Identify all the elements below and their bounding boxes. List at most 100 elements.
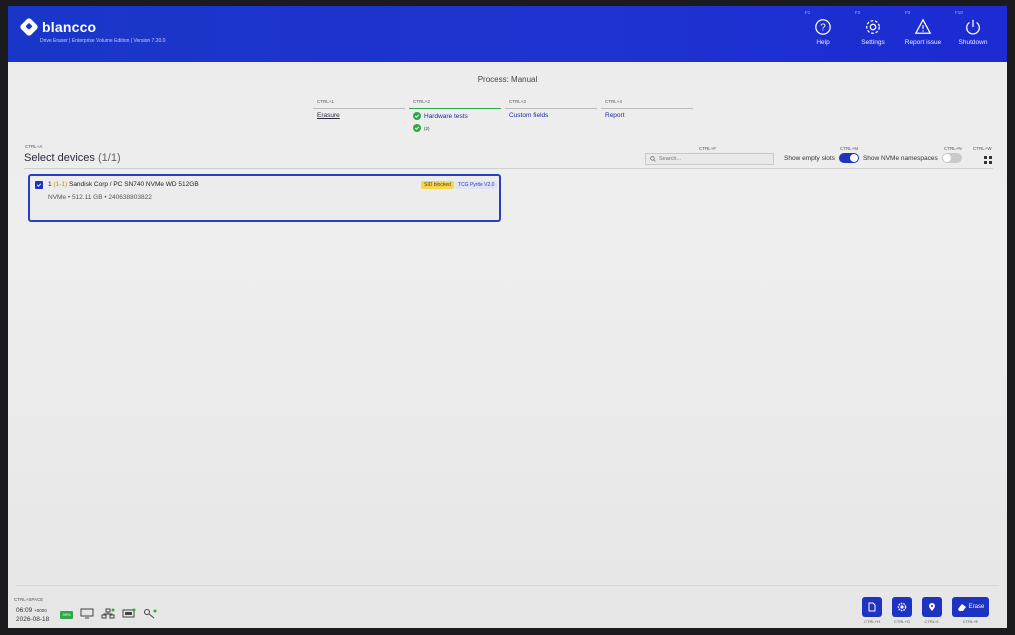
device-slot: (1-1) [53,181,68,188]
step-report[interactable]: CTRL+4 Report [601,99,697,139]
toggle-knob [849,154,858,162]
power-icon [966,19,980,35]
process-steps: CTRL+1 Erasure CTRL+2 Hardware tests (2)… [313,99,697,139]
step-line [313,108,405,109]
step-shortcut: CTRL+3 [509,99,526,104]
footer-divider [16,585,999,586]
step-label: Report [605,112,625,119]
warning-icon [914,18,932,34]
step-shortcut: CTRL+1 [317,99,334,104]
report-action: CTRL+H [862,597,882,624]
app-window: blancco Drive Eraser | Enterprise Volume… [8,6,1007,628]
grid-view-icon[interactable] [984,156,992,164]
header-bar: blancco Drive Eraser | Enterprise Volume… [8,6,1007,62]
grid-shortcut: CTRL+W [973,146,992,151]
status-icons: 99% [60,608,157,619]
select-all-shortcut: CTRL+A [25,144,43,149]
search-input[interactable] [659,156,759,162]
show-empty-slots-toggle[interactable] [838,153,859,163]
device-card[interactable]: 1 (1-1) Sandisk Corp / PC SN740 NVMe WD … [28,174,501,222]
config-shortcut: CTRL+G [894,619,910,624]
display-icon[interactable] [122,608,136,619]
nvme-shortcut: CTRL+N [944,146,962,151]
erase-shortcut: CTRL+E [962,619,979,624]
help-icon: ? [815,19,831,35]
brand-logo: blancco [19,17,97,37]
search-icon [650,156,656,162]
step-label: Hardware tests [413,112,468,120]
step-substatus: (2) [413,124,430,132]
device-checkbox[interactable] [35,181,43,189]
location-action: CTRL+L [922,597,942,624]
gear-icon [866,20,880,34]
config-action: CTRL+G [892,597,912,624]
step-label: Erasure [317,112,340,119]
process-title: Process: Manual [477,75,538,84]
product-subtitle: Drive Eraser | Enterprise Volume Edition… [40,38,166,44]
check-icon [413,124,421,132]
brand-name: blancco [42,19,97,35]
erase-label: Erase [968,604,985,610]
report-button[interactable] [862,597,882,617]
shutdown-shortcut: F10 [955,10,963,15]
logo-icon [19,17,39,37]
device-index: 1 [48,181,52,188]
help-button[interactable]: F1 ? Help [803,10,843,46]
show-nvme-label: Show NVMe namespaces [862,154,938,162]
step-line [601,108,693,109]
network-icon[interactable] [101,608,115,619]
settings-shortcut: F2 [855,10,861,15]
select-devices-label: Select devices [24,152,95,164]
shutdown-button[interactable]: F10 Shutdown [953,10,993,46]
search-shortcut: CTRL+F [699,146,717,151]
step-shortcut: CTRL+2 [413,99,430,104]
step-line [505,108,597,109]
svg-text:?: ? [820,23,826,34]
footer-shortcut: CTRL+SPACE [14,597,44,602]
step-shortcut: CTRL+4 [605,99,622,104]
show-empty-slots-label: Show empty slots [784,154,835,162]
settings-button[interactable]: F2 Settings [853,10,893,46]
step-label-text: Hardware tests [424,112,468,120]
monitor-icon[interactable] [80,608,94,619]
clock: 06:09 +0000 2026-08-18 [16,606,49,624]
step-label: Custom fields [509,112,549,119]
empty-slots-shortcut: CTRL+M [840,146,859,151]
page-title[interactable]: Select devices (1/1) [24,152,121,164]
location-shortcut: CTRL+L [924,619,940,624]
device-meta: NVMe • 512.11 GB • 240638803822 [48,194,152,201]
check-icon [413,112,421,120]
shutdown-label: Shutdown [958,39,988,46]
section-divider [24,168,993,169]
step-line [409,108,501,109]
step-sub-count: (2) [424,125,430,131]
eraser-icon [957,604,966,611]
key-icon[interactable] [143,608,157,619]
clock-time: 06:09 [16,607,33,614]
step-hardware-tests[interactable]: CTRL+2 Hardware tests (2) [409,99,505,139]
battery-icon[interactable]: 99% [60,610,73,619]
step-custom-fields[interactable]: CTRL+3 Custom fields [505,99,601,139]
erase-button[interactable]: Erase [952,597,989,617]
search-box [645,153,774,165]
device-name: Sandisk Corp / PC SN740 NVMe WD 512GB [68,181,199,188]
device-count: (1/1) [98,152,121,164]
help-label: Help [816,39,830,46]
location-icon [929,603,935,611]
help-shortcut: F1 [805,10,811,15]
report-issue-button[interactable]: F3 Report issue [903,10,943,46]
footer-actions: CTRL+H CTRL+G CTRL+L Erase CTRL+E [862,597,989,624]
config-button[interactable] [892,597,912,617]
show-nvme-toggle[interactable] [941,153,962,163]
device-title: 1 (1-1) Sandisk Corp / PC SN740 NVMe WD … [48,181,199,188]
sid-blocked-badge: SID blocked [421,181,454,189]
clock-date: 2026-08-18 [16,616,50,623]
erase-action: Erase CTRL+E [952,597,989,624]
tcg-badge: TCG Pyrite V2.0 [455,181,498,189]
checkmark-icon [36,183,42,187]
location-button[interactable] [922,597,942,617]
report-issue-shortcut: F3 [905,10,911,15]
header-actions: F1 ? Help F2 Settings F3 Report issue F1… [803,10,993,46]
gear-icon [897,602,907,612]
step-erasure[interactable]: CTRL+1 Erasure [313,99,409,139]
